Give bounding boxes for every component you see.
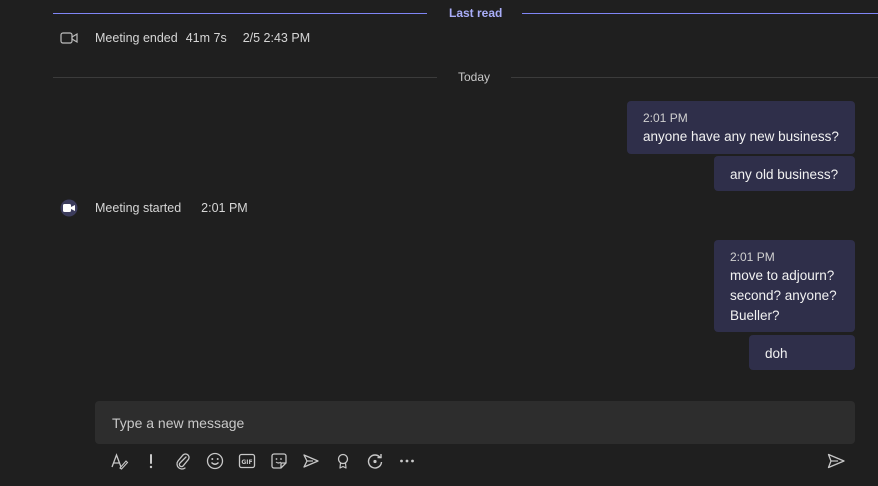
message-bubble[interactable]: 2:01 PM move to adjourn? second? anyone?… (714, 240, 855, 332)
meeting-started-event: Meeting started 2:01 PM (60, 198, 248, 218)
message-text: Bueller? (730, 308, 780, 323)
last-read-divider: Last read (53, 5, 878, 21)
svg-text:GIF: GIF (241, 459, 252, 466)
loop-icon[interactable] (363, 449, 387, 473)
message-input[interactable] (110, 413, 840, 432)
meeting-started-label: Meeting started (95, 201, 182, 215)
praise-icon[interactable] (331, 449, 355, 473)
important-icon[interactable] (139, 449, 163, 473)
message-text: anyone have any new business? (643, 129, 839, 144)
message-text: second? anyone? (730, 288, 837, 303)
meeting-ended-label: Meeting ended (95, 31, 178, 45)
meet-now-icon[interactable] (299, 449, 323, 473)
attach-icon[interactable] (171, 449, 195, 473)
message-bubble[interactable]: any old business? (714, 156, 855, 191)
message-bubble[interactable]: doh (749, 335, 855, 370)
meeting-ended-event: Meeting ended 41m 7s 2/5 2:43 PM (60, 28, 310, 48)
divider-line (53, 13, 427, 14)
meeting-started-time: 2:01 PM (201, 201, 248, 215)
more-options-icon[interactable] (395, 449, 419, 473)
meeting-duration: 41m 7s (185, 31, 227, 45)
message-composer[interactable] (95, 401, 855, 444)
sticker-icon[interactable] (267, 449, 291, 473)
composer-toolbar: GIF (107, 449, 419, 473)
message-text: any old business? (730, 167, 839, 182)
message-time: 2:01 PM (643, 111, 688, 125)
format-icon[interactable] (107, 449, 131, 473)
meeting-ended-time: 2/5 2:43 PM (242, 31, 311, 45)
message-text: move to adjourn? (730, 268, 835, 283)
message-time: 2:01 PM (730, 250, 775, 264)
send-icon[interactable] (824, 449, 848, 473)
divider-line (522, 13, 878, 14)
today-divider: Today (53, 69, 878, 85)
divider-line (511, 77, 878, 78)
message-bubble[interactable]: 2:01 PM anyone have any new business? (627, 101, 855, 154)
video-camera-icon (60, 29, 78, 47)
last-read-label: Last read (449, 6, 503, 20)
message-text: doh (765, 346, 788, 361)
gif-icon[interactable]: GIF (235, 449, 259, 473)
divider-line (53, 77, 437, 78)
emoji-icon[interactable] (203, 449, 227, 473)
video-camera-filled-icon (60, 199, 78, 217)
today-label: Today (458, 70, 491, 84)
